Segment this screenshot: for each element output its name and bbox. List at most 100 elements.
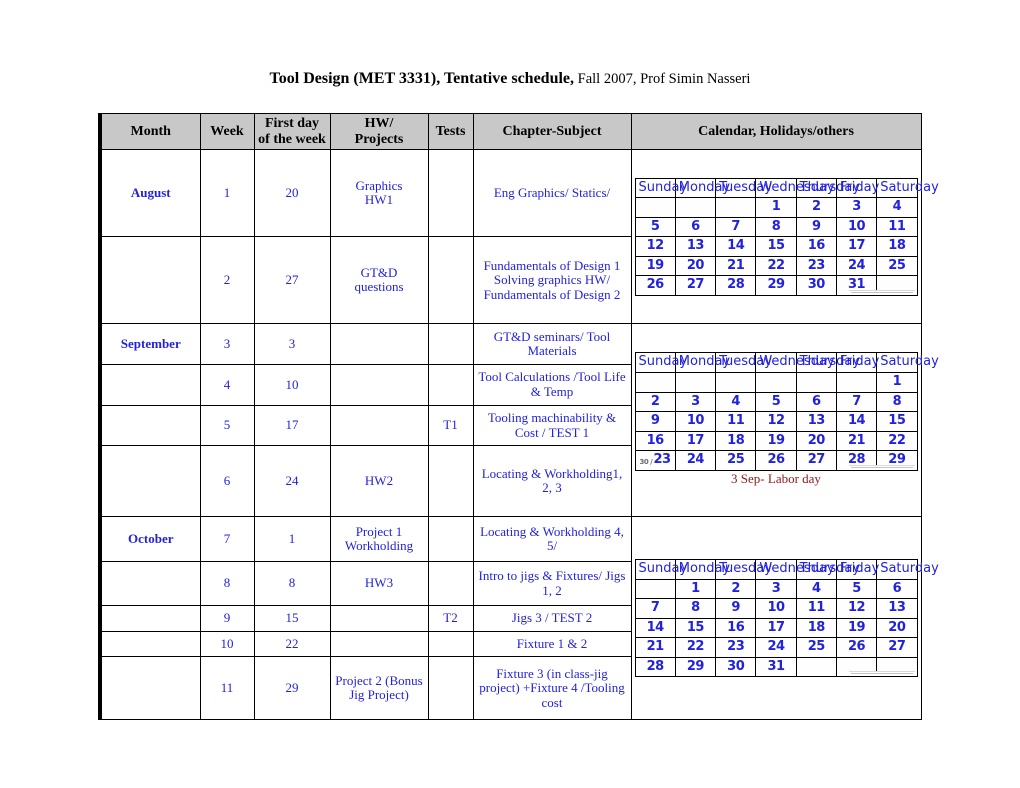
calendar-day-cell: 21 — [715, 255, 757, 277]
calendar-week-row: 14 15 16 17 18 19 20 — [634, 617, 918, 639]
schedule-table: Month Week First day of the week HW/ Pro… — [98, 112, 939, 721]
first-day-of-week: 3 — [253, 323, 331, 365]
calendar-week-row: 1234 — [634, 197, 918, 218]
header-week: Week — [199, 112, 255, 151]
calendar-day-cell: 8 — [876, 391, 918, 413]
september-calendar-grid: Sunday Monday Tuesday Wednesday Thursday Frid… — [634, 352, 939, 471]
calendar-dayname-row: Sunday Monday Tuesday Wednesday Thursday Frid… — [634, 352, 939, 373]
calendar-day-cell: 12 — [755, 411, 797, 432]
calendar-day-cell: 26 — [755, 450, 797, 471]
calendar-day-cell: 18 — [715, 430, 757, 452]
chapter-subject: Eng Graphics/ Statics/ — [472, 149, 632, 238]
calendar-empty-cell — [795, 656, 837, 678]
week-number: 6 — [199, 445, 255, 518]
calendar-day-cell: 8 — [674, 598, 717, 619]
august-calendar-grid: Sunday Monday Tuesday Wednesday Thursday Frid… — [634, 177, 939, 296]
calendar-day-cell: 7 — [715, 216, 757, 238]
calendar-dayname: Thursday — [795, 559, 860, 580]
header-first-day-line1: First day — [264, 116, 320, 131]
tests — [427, 630, 474, 658]
calendar-dayname: Monday — [674, 352, 730, 373]
calendar-day-cell: 26 — [634, 275, 676, 296]
calendar-day-cell: 21 — [634, 637, 676, 658]
calendar-day-cell: 2 — [715, 578, 757, 600]
calendar-day-cell: 6 — [876, 578, 918, 600]
header-hw-line1: HW/ — [364, 116, 394, 131]
calendar-dayname: Tuesday — [715, 352, 772, 373]
calendar-day-cell: 3 — [755, 578, 797, 600]
calendar-dayname: Friday — [835, 352, 879, 373]
calendar-day-cell: 4 — [715, 391, 757, 413]
calendar-week-row: 7 8 9 10 11 12 13 — [634, 598, 918, 619]
september-calendar-container: Sunday Monday Tuesday Wednesday Thursday Frid… — [634, 352, 939, 489]
first-day-of-week: 22 — [253, 630, 331, 658]
calendar-day-cell: 21 — [835, 430, 878, 452]
calendar-dayname: Tuesday — [715, 559, 772, 580]
month-cell-empty — [98, 656, 201, 721]
calendar-day-cell: 19 — [755, 430, 797, 452]
chapter-subject: Tool Calculations /Tool Life & Temp — [472, 364, 632, 406]
month-label: August — [98, 149, 201, 238]
calendar-day-cell: 1 — [755, 197, 797, 218]
first-day-of-week: 15 — [253, 605, 331, 632]
calendar-day-cell: 10 — [835, 216, 878, 238]
calendar-day-cell: 28 — [634, 656, 676, 678]
calendar-day-cell: 20 — [674, 255, 717, 277]
month-cell-empty — [98, 630, 201, 658]
calendar-week-row: 2345678 — [634, 391, 918, 413]
calendar-dayname-row: Sunday Monday Tuesday Wednesday Thursday Frid… — [634, 177, 939, 199]
calendar-empty-cell — [715, 371, 757, 393]
calendar-cell: Sunday Monday Tuesday Wednesday Thursday Frid… — [630, 323, 939, 518]
hw-projects — [329, 605, 429, 632]
calendar-day-cell: 27 — [795, 450, 837, 471]
calendar-day-cell: 30 — [715, 656, 757, 678]
calendar-empty-cell — [634, 578, 676, 600]
calendar-day-cell: 14 — [835, 411, 878, 432]
chapter-subject: GT&D seminars/ Tool Materials — [472, 323, 632, 365]
tests: T1 — [427, 404, 474, 447]
hw-projects — [329, 404, 429, 447]
calendar-cell: Sunday Monday Tuesday Wednesday Thursday Frid… — [630, 516, 939, 721]
calendar-day-cell: 30 — [795, 275, 837, 296]
calendar-empty-cell — [674, 371, 717, 393]
calendar-day-cell: 16 — [795, 236, 837, 257]
first-day-of-week: 1 — [253, 516, 331, 562]
chapter-subject: Locating & Workholding 4, 5/ — [472, 516, 632, 562]
calendar-dayname: Thursday — [795, 177, 860, 199]
calendar-day-cell: 26 — [835, 637, 878, 658]
hw-projects: Project 1 Workholding — [329, 516, 429, 562]
tests — [427, 656, 474, 721]
calendar-dayname: Wednesday — [755, 559, 835, 580]
month-cell-empty — [98, 404, 201, 447]
calendar-week-row: 123456 — [634, 578, 918, 600]
calendar-day-cell: 8 — [755, 216, 797, 238]
calendar-day-cell: 17 — [755, 617, 797, 639]
calendar-day-cell: 9 — [795, 216, 837, 238]
calendar-day-prefix: 30 / — [639, 458, 653, 467]
calendar-day-cell: 9 — [634, 411, 676, 432]
calendar-day-cell: 11 — [876, 216, 918, 238]
hw-projects — [329, 323, 429, 365]
calendar-day-cell: 24 — [674, 450, 717, 471]
august-calendar-container: Sunday Monday Tuesday Wednesday Thursday Frid… — [634, 177, 939, 296]
calendar-day-cell: 16 — [634, 430, 676, 452]
month-cell-empty — [98, 364, 201, 406]
calendar-day-cell: 22 — [755, 255, 797, 277]
chapter-subject: Fundamentals of Design 1 Solving graphics… — [472, 236, 632, 325]
calendar-day-cell: 29 — [755, 275, 797, 296]
calendar-day-cell: 5 — [755, 391, 797, 413]
hw-projects: GT&D questions — [329, 236, 429, 325]
header-hw-line2: Projects — [354, 131, 404, 147]
page-title-main: Tool Design (MET 3331), Tentative schedu… — [269, 70, 575, 87]
hw-projects: Project 2 (Bonus Jig Project) — [329, 656, 429, 721]
calendar-day-cell: 14 — [634, 617, 676, 639]
calendar-empty-cell — [795, 371, 837, 393]
calendar-day-cell: 1 — [876, 371, 918, 393]
calendar-watermark — [848, 289, 915, 295]
header-hw-projects: HW/ Projects — [329, 112, 429, 151]
calendar-day-cell: 29 — [674, 656, 717, 678]
october-calendar-grid: Sunday Monday Tuesday Wednesday Thursday Frid… — [634, 559, 939, 678]
calendar-day-cell: 24 — [835, 255, 878, 277]
calendar-day-cell: 10 — [674, 411, 717, 432]
calendar-day-cell: 24 — [755, 637, 797, 658]
